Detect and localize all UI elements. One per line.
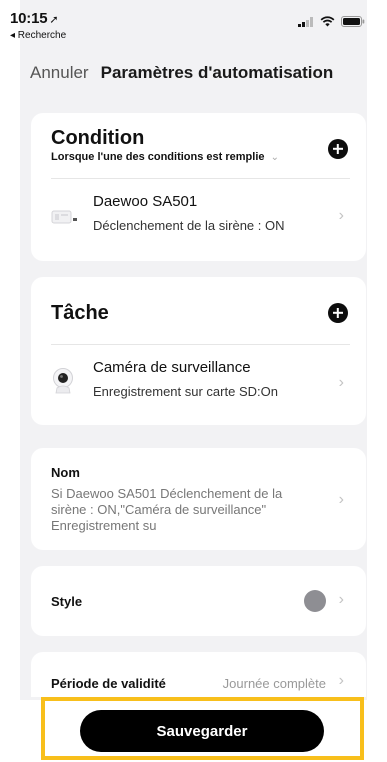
chevron-right-icon: › bbox=[338, 491, 344, 508]
name-card[interactable]: Nom Si Daewoo SA501 Déclenchement de la … bbox=[31, 448, 366, 550]
add-task-button[interactable] bbox=[328, 303, 348, 323]
navigation-bar: Annuler Paramètres d'automatisation bbox=[30, 58, 387, 88]
validity-card[interactable]: Période de validité Journée complète › bbox=[31, 652, 366, 697]
condition-item[interactable]: Daewoo SA501 Déclenchement de la sirène … bbox=[31, 179, 366, 259]
save-button[interactable]: Sauvegarder bbox=[80, 710, 324, 752]
task-device-detail: Enregistrement sur carte SD:On bbox=[93, 384, 278, 399]
validity-label: Période de validité bbox=[51, 676, 166, 691]
chevron-down-icon: ⌄ bbox=[270, 152, 279, 163]
battery-icon bbox=[341, 16, 365, 27]
automation-settings-screen: 10:15 ➚ ◂ Recherche Annuler Paramètres d… bbox=[0, 0, 387, 762]
style-card[interactable]: Style › bbox=[31, 566, 366, 636]
task-device-name: Caméra de surveillance bbox=[93, 359, 251, 376]
cancel-button[interactable]: Annuler bbox=[30, 63, 89, 83]
condition-mode-label: Lorsque l'une des conditions est remplie bbox=[51, 151, 265, 163]
name-value: Si Daewoo SA501 Déclenchement de la sirè… bbox=[51, 486, 331, 534]
siren-device-icon bbox=[51, 210, 77, 224]
chevron-right-icon: › bbox=[338, 374, 344, 391]
task-item[interactable]: Caméra de surveillance Enregistrement su… bbox=[31, 345, 366, 425]
condition-title: Condition bbox=[51, 127, 145, 149]
chevron-right-icon: › bbox=[338, 207, 344, 224]
chevron-right-icon: › bbox=[338, 672, 344, 689]
back-to-search-link[interactable]: ◂ Recherche bbox=[10, 30, 66, 41]
style-color-swatch bbox=[304, 590, 326, 612]
system-icons bbox=[298, 16, 365, 27]
save-highlight-frame: Sauvegarder bbox=[41, 697, 364, 760]
name-value-line: Enregistrement su bbox=[51, 518, 157, 533]
name-value-line: sirène : ON,"Caméra de surveillance" bbox=[51, 502, 267, 517]
condition-mode-selector[interactable]: Lorsque l'une des conditions est remplie… bbox=[51, 151, 279, 163]
condition-card: Condition Lorsque l'une des conditions e… bbox=[31, 113, 366, 261]
name-label: Nom bbox=[51, 465, 80, 480]
name-value-line: Si Daewoo SA501 Déclenchement de la bbox=[51, 486, 283, 501]
validity-value: Journée complète bbox=[222, 676, 326, 691]
task-title: Tâche bbox=[51, 302, 109, 324]
add-condition-button[interactable] bbox=[328, 139, 348, 159]
status-time: 10:15 ➚ bbox=[10, 10, 59, 27]
condition-device-detail: Déclenchement de la sirène : ON bbox=[93, 218, 285, 233]
signal-icon bbox=[298, 16, 313, 27]
camera-device-icon bbox=[53, 368, 73, 394]
status-bar: 10:15 ➚ ◂ Recherche bbox=[10, 0, 387, 48]
chevron-right-icon: › bbox=[338, 591, 344, 608]
location-arrow-icon: ➚ bbox=[49, 14, 59, 26]
condition-device-name: Daewoo SA501 bbox=[93, 193, 198, 210]
page-title: Paramètres d'automatisation bbox=[100, 63, 334, 82]
clock-label: 10:15 bbox=[10, 10, 48, 27]
wifi-icon bbox=[320, 16, 335, 27]
task-card: Tâche Caméra de surveillance Enregistrem… bbox=[31, 277, 366, 425]
style-label: Style bbox=[51, 594, 83, 609]
